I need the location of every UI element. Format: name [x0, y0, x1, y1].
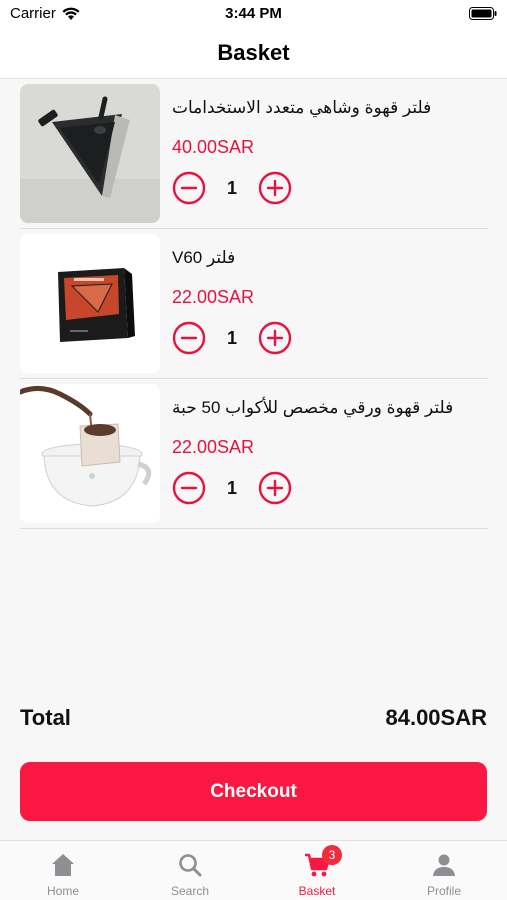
quantity-stepper: 1 — [172, 321, 302, 355]
tab-basket[interactable]: 3 Basket — [254, 841, 380, 900]
order-total: Total 84.00SAR — [20, 705, 487, 735]
nav-bar: Basket — [0, 28, 507, 79]
quantity-value: 1 — [226, 328, 237, 348]
tab-label: Search — [170, 884, 210, 898]
page-title: Basket — [217, 40, 290, 65]
increase-quantity-button[interactable] — [258, 471, 292, 505]
product-image[interactable] — [20, 84, 160, 223]
quantity-stepper: 1 — [172, 471, 302, 505]
decrease-quantity-button[interactable] — [172, 471, 206, 505]
tab-profile[interactable]: Profile — [381, 841, 507, 900]
product-image[interactable] — [20, 384, 160, 523]
tab-label: Profile — [426, 884, 461, 898]
total-label: Total — [20, 705, 71, 730]
tab-label: Basket — [298, 884, 336, 898]
search-icon — [176, 851, 204, 879]
decrease-quantity-button[interactable] — [172, 171, 206, 205]
battery-icon — [469, 7, 497, 20]
plus-circle-icon — [258, 321, 292, 355]
basket-item: فلتر قهوة وشاهي متعدد الاستخدامات 40.00S… — [20, 79, 488, 229]
tab-bar: Home Search 3 Basket Profile — [0, 840, 507, 900]
product-price: 40.00SAR — [172, 137, 255, 157]
person-icon — [430, 851, 458, 879]
quantity-value: 1 — [226, 478, 237, 498]
increase-quantity-button[interactable] — [258, 171, 292, 205]
filter-box-image — [20, 234, 160, 373]
product-name: فلتر قهوة وشاهي متعدد الاستخدامات — [172, 98, 432, 117]
basket-item: فلتر V60 22.00SAR 1 — [20, 229, 488, 379]
minus-circle-icon — [172, 471, 206, 505]
plus-circle-icon — [258, 171, 292, 205]
quantity-stepper: 1 — [172, 171, 302, 205]
checkout-button[interactable]: Checkout — [20, 762, 487, 821]
cone-filter-image — [20, 84, 160, 223]
product-image[interactable] — [20, 234, 160, 373]
product-name: فلتر V60 — [172, 248, 236, 267]
cart-count-badge: 3 — [322, 845, 342, 865]
product-price: 22.00SAR — [172, 437, 255, 457]
tab-home[interactable]: Home — [0, 841, 126, 900]
quantity-value: 1 — [226, 178, 237, 198]
total-value: 84.00SAR — [385, 705, 487, 730]
clock: 3:44 PM — [225, 5, 282, 22]
home-icon — [49, 851, 77, 879]
product-price: 22.00SAR — [172, 287, 255, 307]
status-bar: Carrier 3:44 PM — [0, 0, 507, 28]
increase-quantity-button[interactable] — [258, 321, 292, 355]
tab-label: Home — [46, 884, 79, 898]
basket-item: فلتر قهوة ورقي مخصص للأكواب 50 حبة 22.00… — [20, 379, 488, 529]
plus-circle-icon — [258, 471, 292, 505]
product-name: فلتر قهوة ورقي مخصص للأكواب 50 حبة — [172, 398, 454, 417]
tab-search[interactable]: Search — [127, 841, 253, 900]
minus-circle-icon — [172, 171, 206, 205]
minus-circle-icon — [172, 321, 206, 355]
decrease-quantity-button[interactable] — [172, 321, 206, 355]
drip-bag-cup-image — [20, 384, 160, 523]
